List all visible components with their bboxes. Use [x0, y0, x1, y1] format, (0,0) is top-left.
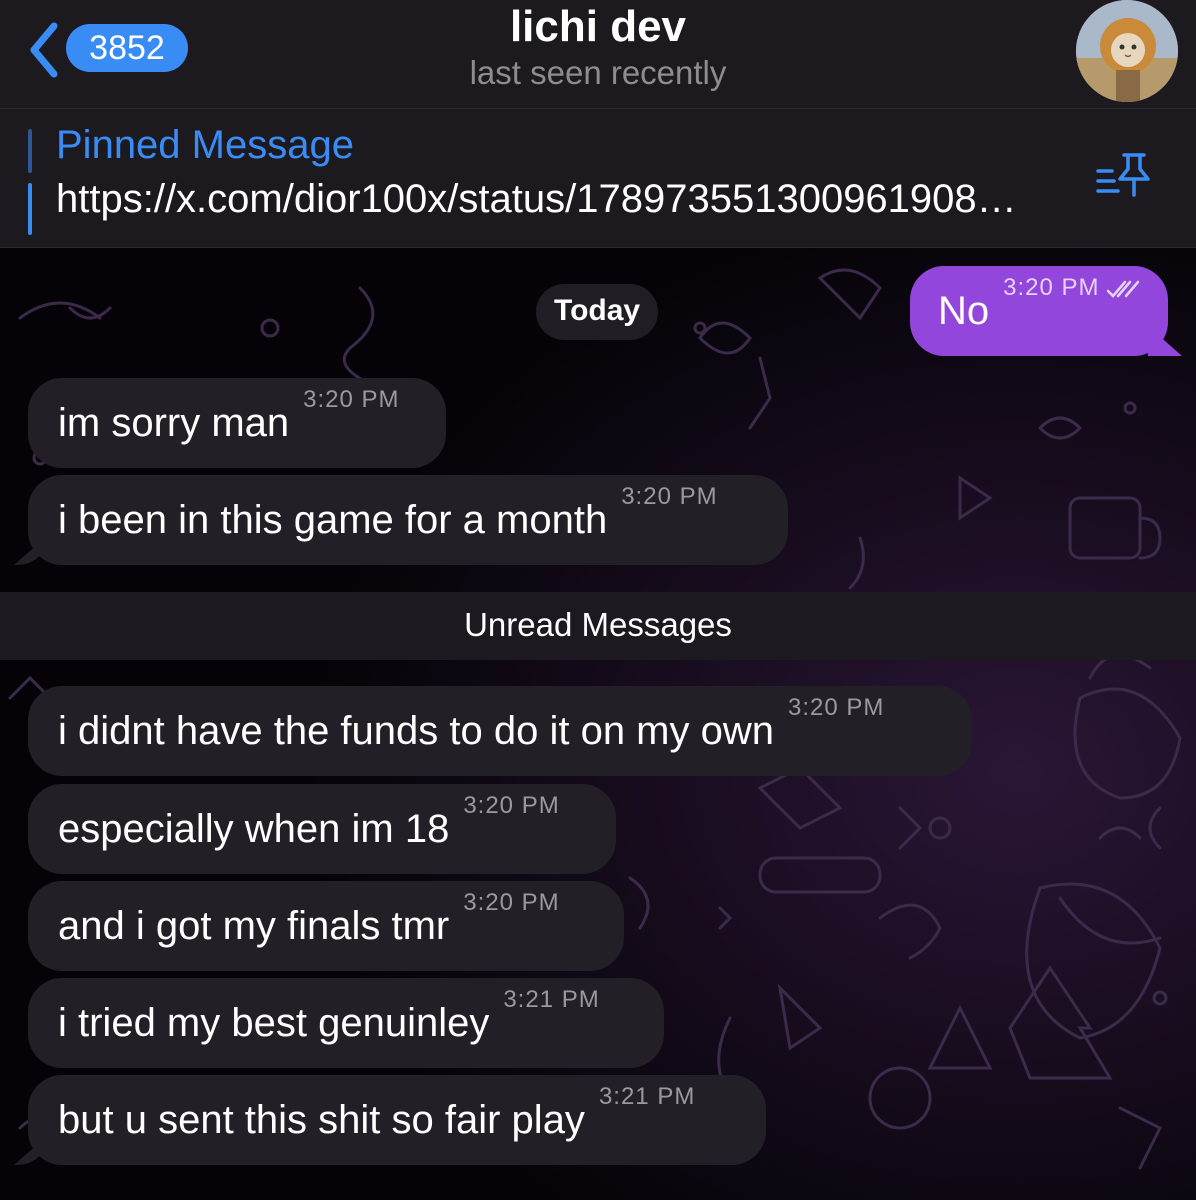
incoming-message[interactable]: im sorry man 3:20 PM — [28, 378, 446, 468]
message-text: i didnt have the funds to do it on my ow… — [58, 709, 774, 753]
message-text: and i got my finals tmr — [58, 904, 450, 948]
message-text: i tried my best genuinley — [58, 1001, 490, 1045]
message-time: 3:20 PM — [303, 386, 400, 413]
pinned-message-bar[interactable]: Pinned Message https://x.com/dior100x/st… — [0, 109, 1196, 248]
chat-screen: 3852 lichi dev last seen recently Pinned… — [0, 0, 1196, 1200]
message-time: 3:21 PM — [598, 1083, 696, 1110]
message-text: but u sent this shit so fair play — [58, 1098, 585, 1142]
message-text: No — [938, 289, 990, 333]
message-time: 3:20 PM — [621, 483, 718, 510]
message-time: 3:20 PM — [1003, 274, 1100, 301]
incoming-message[interactable]: especially when im 18 3:20 PM — [28, 784, 616, 874]
pinned-text[interactable]: https://x.com/dior100x/status/1789735513… — [56, 177, 1086, 222]
incoming-message[interactable]: i tried my best genuinley 3:21 PM — [28, 978, 664, 1068]
message-text: im sorry man — [58, 401, 290, 445]
date-separator: Today — [536, 284, 658, 340]
incoming-message[interactable]: but u sent this shit so fair play 3:21 PM — [28, 1075, 766, 1165]
message-text: especially when im 18 — [58, 807, 450, 851]
incoming-message[interactable]: and i got my finals tmr 3:20 PM — [28, 881, 624, 971]
chat-title[interactable]: lichi dev — [0, 2, 1196, 52]
incoming-message[interactable]: i been in this game for a month 3:20 PM — [28, 475, 788, 565]
pinned-title: Pinned Message — [56, 123, 354, 167]
double-check-icon — [1106, 280, 1139, 298]
incoming-message[interactable]: i didnt have the funds to do it on my ow… — [28, 686, 972, 776]
message-text: i been in this game for a month — [58, 498, 608, 542]
chat-status: last seen recently — [469, 54, 727, 91]
pinned-indicator — [28, 129, 34, 239]
message-time: 3:21 PM — [503, 986, 600, 1013]
message-time: 3:20 PM — [788, 694, 885, 721]
unread-messages-divider: Unread Messages — [0, 592, 1196, 660]
message-time: 3:20 PM — [463, 792, 560, 819]
outgoing-message[interactable]: No 3:20 PM — [910, 266, 1168, 356]
avatar-icon[interactable] — [1076, 0, 1178, 102]
pinned-list-icon[interactable] — [1094, 149, 1154, 205]
message-time: 3:20 PM — [463, 889, 560, 916]
chat-header: 3852 lichi dev last seen recently — [0, 0, 1196, 109]
